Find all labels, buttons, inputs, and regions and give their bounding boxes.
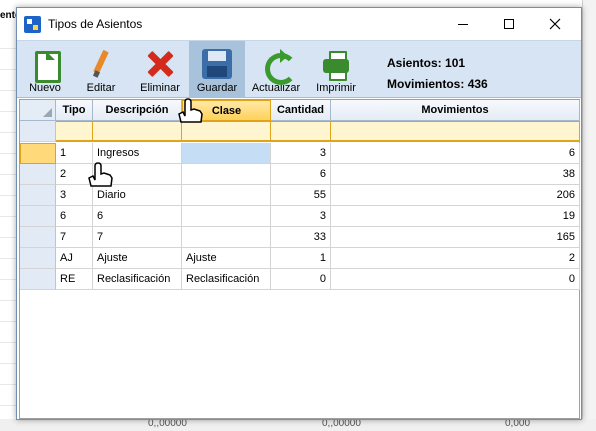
window-title: Tipos de Asientos [48,17,143,31]
row-selector[interactable] [20,227,56,248]
asientos-label: Asientos: [387,56,442,70]
row-selector[interactable] [20,164,56,185]
cell-descripcion[interactable]: Ajuste [93,248,182,269]
filter-descripcion[interactable] [93,121,182,142]
cell-movimientos[interactable]: 165 [331,227,580,248]
hand-pointer-icon [85,160,117,190]
refresh-icon [261,49,297,85]
cell-cantidad[interactable]: 0 [271,269,331,290]
delete-x-icon [145,49,175,79]
cell-cantidad[interactable]: 55 [271,185,331,206]
nuevo-button[interactable]: Nuevo [21,41,69,98]
cell-clase[interactable] [182,185,271,206]
cell-clase[interactable]: Ajuste [182,248,271,269]
column-header-tipo[interactable]: Tipo [56,100,93,121]
cell-movimientos[interactable]: 19 [331,206,580,227]
cell-cantidad[interactable]: 3 [271,206,331,227]
cell-clase[interactable] [182,206,271,227]
filter-cantidad[interactable] [271,121,331,142]
printer-icon [321,49,351,81]
guardar-label: Guardar [196,82,238,94]
imprimir-button[interactable]: Imprimir [311,41,361,98]
cell-tipo[interactable]: 6 [56,206,93,227]
guardar-button[interactable]: Guardar [189,41,245,98]
title-bar[interactable]: Tipos de Asientos [17,8,581,40]
row-selector[interactable] [20,269,56,290]
editar-label: Editar [86,82,116,94]
grid-corner[interactable] [20,100,56,121]
cell-clase[interactable] [182,227,271,248]
cell-cantidad[interactable]: 3 [271,143,331,164]
column-header-movimientos[interactable]: Movimientos [331,100,580,121]
minimize-button[interactable] [440,8,486,40]
toolbar: Nuevo Editar Eliminar Guardar Actualizar… [17,40,581,98]
row-selector[interactable] [20,248,56,269]
tipos-de-asientos-window: Tipos de Asientos Nuevo Editar Eliminar … [16,7,582,420]
cell-movimientos[interactable]: 6 [331,143,580,164]
cell-cantidad[interactable]: 6 [271,164,331,185]
column-header-cantidad[interactable]: Cantidad [271,100,331,121]
actualizar-button[interactable]: Actualizar [249,41,303,98]
eliminar-label: Eliminar [140,82,180,94]
movimientos-label: Movimientos: [387,77,465,91]
close-icon [549,18,561,30]
cell-cantidad[interactable]: 33 [271,227,331,248]
row-selector[interactable] [20,185,56,206]
cell-tipo[interactable]: 7 [56,227,93,248]
editar-button[interactable]: Editar [77,41,125,98]
cell-clase[interactable] [182,164,271,185]
cell-descripcion[interactable]: 6 [93,206,182,227]
cell-movimientos[interactable]: 0 [331,269,580,290]
column-header-descripcion[interactable]: Descripción [93,100,182,121]
cell-descripcion[interactable]: 7 [93,227,182,248]
pencil-icon [86,49,116,79]
cell-clase[interactable]: Reclasificación [182,269,271,290]
app-icon [24,16,41,33]
maximize-button[interactable] [486,8,532,40]
cell-movimientos[interactable]: 2 [331,248,580,269]
filter-movimientos[interactable] [331,121,580,142]
movimientos-value: 436 [467,77,488,91]
filter-tipo[interactable] [56,121,93,142]
background-right-panel [582,0,596,431]
imprimir-label: Imprimir [316,82,356,94]
cell-movimientos[interactable]: 38 [331,164,580,185]
eliminar-button[interactable]: Eliminar [134,41,186,98]
row-selector[interactable] [20,143,56,164]
cell-clase[interactable] [182,143,271,164]
cell-tipo[interactable]: RE [56,269,93,290]
nuevo-label: Nuevo [29,82,61,94]
maximize-icon [504,19,514,29]
close-button[interactable] [532,8,578,40]
new-document-icon [30,49,61,83]
save-disk-icon [202,49,232,79]
cell-tipo[interactable]: AJ [56,248,93,269]
hand-pointer-icon [175,96,207,126]
row-selector[interactable] [20,206,56,227]
cell-cantidad[interactable]: 1 [271,248,331,269]
minimize-icon [458,23,468,25]
cell-movimientos[interactable]: 206 [331,185,580,206]
totals-panel: Asientos: 101 Movimientos: 436 [387,53,488,95]
filter-row-selector [20,121,56,142]
asientos-grid[interactable]: Tipo Descripción Clase Cantidad Movimien… [19,99,580,419]
cell-descripcion[interactable]: Reclasificación [93,269,182,290]
asientos-value: 101 [445,56,466,70]
